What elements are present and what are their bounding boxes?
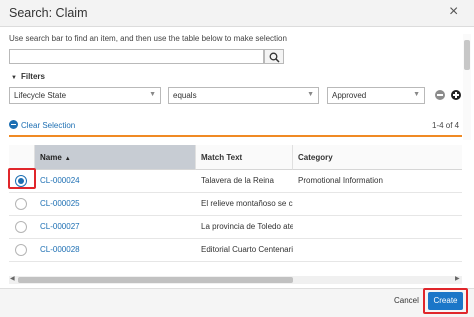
filter-value-value: Approved — [332, 91, 367, 100]
filter-field-value: Lifecycle State — [14, 91, 67, 100]
record-link[interactable]: CL-000024 — [40, 176, 80, 185]
dialog-titlebar: Search: Claim × — [0, 0, 474, 27]
filter-value-select[interactable]: Approved ▼ — [327, 87, 425, 104]
filters-toggle[interactable]: ▼ Filters — [11, 72, 45, 81]
remove-filter-icon[interactable] — [435, 90, 445, 100]
row-radio[interactable] — [15, 244, 27, 256]
match-text-cell: Talavera de la Reina — [201, 176, 274, 185]
match-text-cell: Editorial Cuarto Centenario — [201, 245, 293, 254]
name-cell[interactable]: CL-000027 — [35, 216, 196, 238]
page-count: 1-4 of 4 — [432, 121, 460, 130]
selection-highlight — [8, 168, 36, 189]
search-input[interactable] — [9, 49, 264, 64]
minus-circle-icon — [9, 120, 18, 129]
search-button[interactable] — [264, 49, 284, 64]
column-header-category[interactable]: Category — [293, 145, 462, 170]
record-link[interactable]: CL-000028 — [40, 245, 80, 254]
column-header-name[interactable]: Name ▲ — [35, 145, 196, 170]
table-row[interactable]: CL-000027 La provincia de Toledo aterriz… — [9, 216, 462, 239]
chevron-down-icon: ▼ — [307, 91, 314, 98]
scroll-right-icon[interactable]: ▶ — [455, 275, 460, 282]
record-link[interactable]: CL-000027 — [40, 222, 80, 231]
category-cell — [293, 239, 462, 261]
horizontal-scrollbar-thumb[interactable] — [18, 277, 293, 283]
filter-operator-select[interactable]: equals ▼ — [168, 87, 319, 104]
vertical-scrollbar-thumb[interactable] — [464, 40, 470, 70]
scroll-left-icon[interactable]: ◀ — [10, 275, 15, 282]
clear-selection-button[interactable]: Clear Selection — [9, 120, 75, 130]
add-filter-icon[interactable] — [451, 90, 461, 100]
table-row[interactable]: CL-000024 Talavera de la Reina Promotion… — [9, 170, 462, 193]
divider — [9, 135, 462, 137]
match-text-cell: El relieve montañoso se conoce — [201, 199, 293, 208]
caret-down-icon: ▼ — [11, 75, 17, 81]
name-cell[interactable]: CL-000025 — [35, 193, 196, 215]
match-text-cell: La provincia de Toledo aterriza — [201, 222, 293, 231]
results-table: Name ▲ Match Text Category CL-000024 Tala… — [9, 145, 462, 271]
search-icon — [269, 52, 280, 63]
column-header-label: Match Text — [201, 153, 243, 162]
name-cell[interactable]: CL-000024 — [35, 170, 196, 192]
row-radio[interactable] — [15, 198, 27, 210]
select-column-header — [9, 145, 35, 170]
clear-selection-label: Clear Selection — [21, 121, 76, 130]
sort-ascending-icon: ▲ — [64, 156, 71, 162]
table-row[interactable]: CL-000028 Editorial Cuarto Centenario — [9, 239, 462, 262]
chevron-down-icon: ▼ — [413, 91, 420, 98]
column-header-match-text[interactable]: Match Text — [196, 145, 293, 170]
category-cell — [293, 193, 462, 215]
row-radio[interactable] — [15, 221, 27, 233]
record-link[interactable]: CL-000025 — [40, 199, 80, 208]
create-button[interactable]: Create — [428, 292, 463, 310]
filter-field-select[interactable]: Lifecycle State ▼ — [9, 87, 161, 104]
dialog-title: Search: Claim — [9, 6, 88, 20]
filter-operator-value: equals — [173, 91, 197, 100]
name-cell[interactable]: CL-000028 — [35, 239, 196, 261]
cancel-button[interactable]: Cancel — [394, 296, 419, 305]
table-row[interactable]: CL-000025 El relieve montañoso se conoce — [9, 193, 462, 216]
close-icon[interactable]: × — [449, 3, 458, 21]
category-cell — [293, 216, 462, 238]
column-header-label: Name — [40, 153, 62, 162]
category-cell: Promotional Information — [298, 176, 383, 185]
chevron-down-icon: ▼ — [149, 91, 156, 98]
search-instructions: Use search bar to find an item, and then… — [9, 34, 287, 43]
filters-label: Filters — [20, 72, 45, 81]
column-header-label: Category — [298, 153, 333, 162]
